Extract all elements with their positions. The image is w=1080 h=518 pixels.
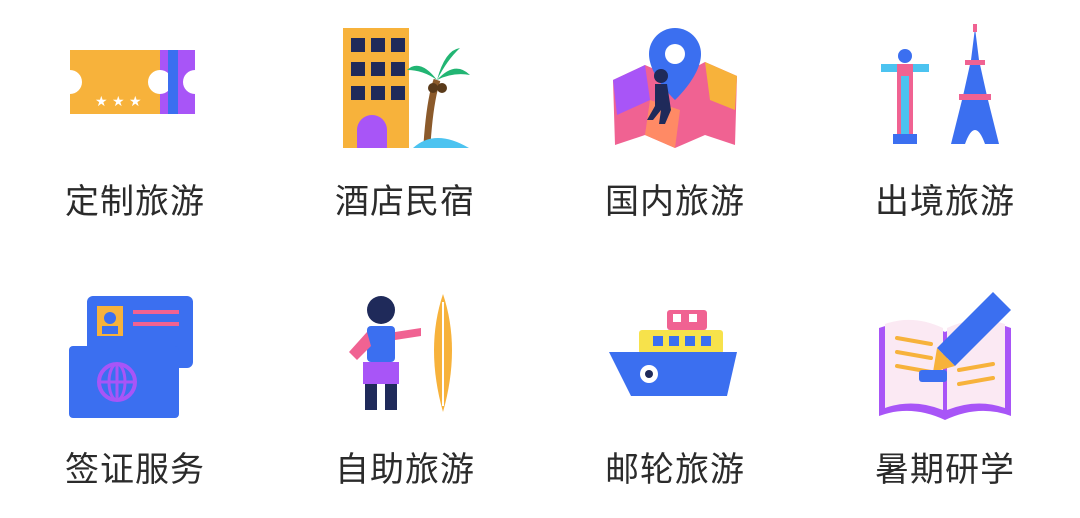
traveler-surfboard-icon [335, 288, 475, 428]
service-grid: ★ ★ ★ 定制旅游 酒店民宿 国内旅游 出境旅游 签证服务 自助旅游 邮轮旅游… [0, 0, 1080, 518]
menu-item-label: 邮轮旅游 [605, 450, 745, 490]
passport-card-icon [65, 288, 205, 428]
cruise-ship-icon [605, 288, 745, 428]
ticket-icon: ★ ★ ★ [65, 20, 205, 160]
menu-item-cruise-travel[interactable]: 邮轮旅游 [540, 268, 810, 518]
svg-text:★ ★ ★: ★ ★ ★ [95, 94, 142, 110]
hotel-palm-icon [335, 20, 475, 160]
map-pin-icon [605, 20, 745, 160]
menu-item-self-guided-travel[interactable]: 自助旅游 [270, 268, 540, 518]
menu-item-summer-study[interactable]: 暑期研学 [810, 268, 1080, 518]
menu-item-visa-service[interactable]: 签证服务 [0, 268, 270, 518]
menu-item-label: 国内旅游 [605, 182, 745, 222]
menu-item-label: 出境旅游 [875, 182, 1015, 222]
menu-item-label: 定制旅游 [65, 182, 205, 222]
menu-item-domestic-travel[interactable]: 国内旅游 [540, 0, 810, 250]
landmarks-icon [875, 20, 1015, 160]
menu-item-custom-travel[interactable]: ★ ★ ★ 定制旅游 [0, 0, 270, 250]
open-book-pen-icon [875, 288, 1015, 428]
menu-item-label: 签证服务 [65, 450, 205, 490]
menu-item-outbound-travel[interactable]: 出境旅游 [810, 0, 1080, 250]
menu-item-label: 暑期研学 [875, 450, 1015, 490]
menu-item-hotel-homestay[interactable]: 酒店民宿 [270, 0, 540, 250]
menu-item-label: 自助旅游 [335, 450, 475, 490]
menu-item-label: 酒店民宿 [335, 182, 475, 222]
